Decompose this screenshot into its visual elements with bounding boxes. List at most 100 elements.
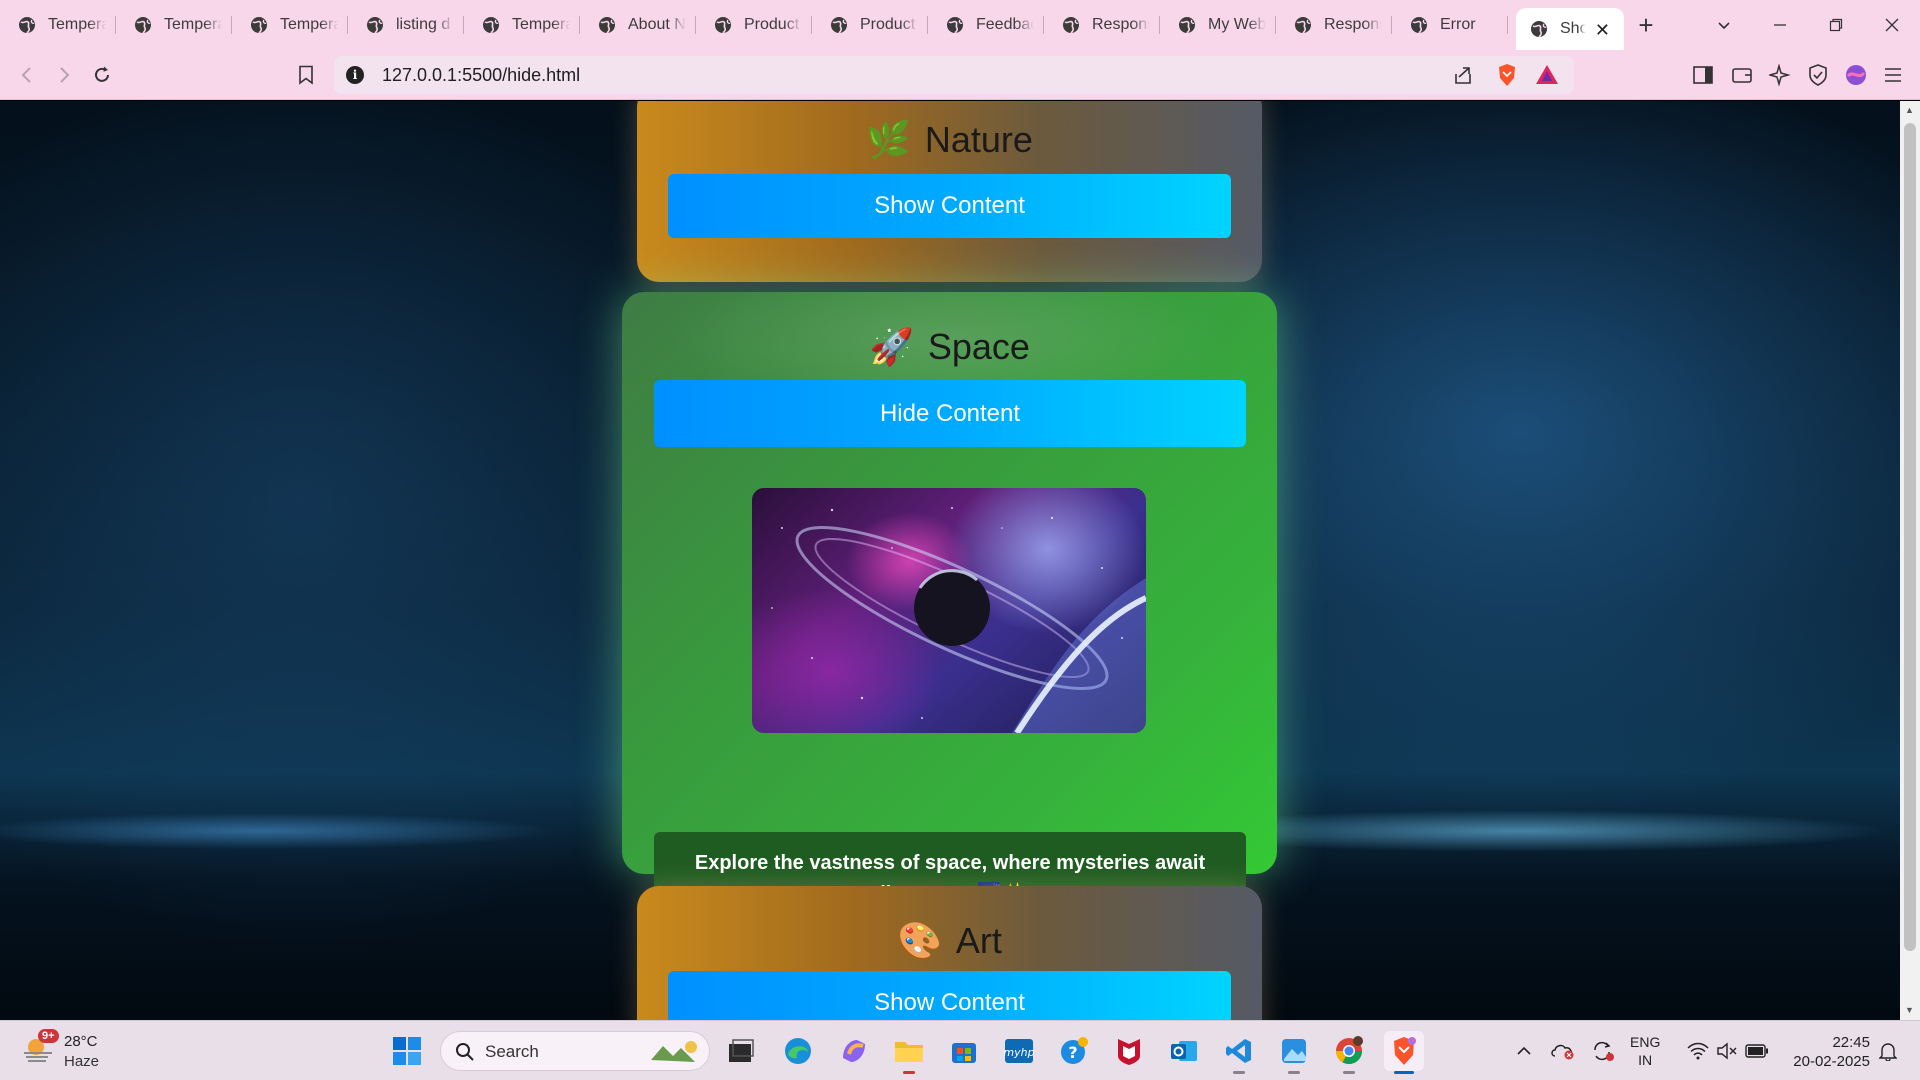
- restore-button[interactable]: [1808, 0, 1864, 50]
- input-language[interactable]: ENG IN: [1630, 1033, 1660, 1069]
- tab-label: Tempera: [280, 16, 338, 33]
- onedrive-error-icon[interactable]: [1550, 1021, 1576, 1080]
- globe-icon: [1410, 16, 1428, 34]
- vscode-icon[interactable]: [1219, 1031, 1259, 1074]
- card-title: 🚀 Space: [622, 326, 1277, 368]
- photos-icon[interactable]: [1274, 1031, 1314, 1074]
- volume-muted-icon[interactable]: [1714, 1021, 1740, 1080]
- card-nature: 🌿 Nature Show Content: [637, 101, 1262, 282]
- wifi-icon[interactable]: [1685, 1021, 1711, 1080]
- taskbar-clock[interactable]: 22:45 20-02-2025: [1780, 1033, 1870, 1071]
- tab-label: Feedbac: [976, 16, 1034, 33]
- clock-time: 22:45: [1832, 1034, 1870, 1051]
- tab[interactable]: My Web: [1160, 0, 1276, 50]
- address-bar[interactable]: i 127.0.0.1:5500/hide.html: [334, 56, 1574, 94]
- card-space: 🚀 Space Hide Content Explore the vastnes…: [622, 292, 1277, 921]
- bookmark-icon[interactable]: [293, 62, 319, 88]
- tab[interactable]: Tempera: [232, 0, 348, 50]
- running-indicator: [903, 1071, 915, 1074]
- tab[interactable]: Product: [696, 0, 812, 50]
- site-info-icon[interactable]: i: [346, 66, 364, 84]
- copilot-icon[interactable]: [834, 1031, 874, 1071]
- card-title: 🎨 Art: [637, 920, 1262, 962]
- brave-rewards-icon[interactable]: [1534, 62, 1560, 88]
- scroll-up-icon[interactable]: ▲: [1905, 105, 1914, 115]
- sidebar-icon[interactable]: [1690, 62, 1716, 88]
- edge-browser-icon[interactable]: [778, 1031, 818, 1071]
- battery-icon[interactable]: [1744, 1021, 1770, 1080]
- space-planet-image: [752, 488, 1146, 733]
- chrome-icon[interactable]: [1329, 1031, 1369, 1074]
- windows-taskbar: 9+ 28°C Haze Search myhp ? ENG IN 22:45 …: [0, 1020, 1920, 1080]
- task-view-icon[interactable]: [721, 1031, 761, 1071]
- hp-support-icon[interactable]: ?: [1054, 1031, 1094, 1071]
- weather-condition: Haze: [64, 1053, 100, 1070]
- tab-close-icon[interactable]: ✕: [1595, 20, 1610, 41]
- weather-widget[interactable]: 9+ 28°C Haze: [22, 1029, 112, 1073]
- globe-icon: [830, 16, 848, 34]
- myhp-icon[interactable]: myhp: [999, 1031, 1039, 1071]
- share-icon[interactable]: [1450, 62, 1476, 88]
- file-explorer-icon[interactable]: [889, 1031, 929, 1074]
- windows-start-icon[interactable]: [387, 1031, 427, 1071]
- reload-icon[interactable]: [89, 62, 115, 88]
- forward-icon[interactable]: [51, 62, 77, 88]
- minimize-button[interactable]: [1752, 0, 1808, 50]
- tab-label: About N: [628, 16, 686, 33]
- tab-list: Tempera Tempera Tempera listing d Tempera Abo…: [0, 0, 1624, 50]
- planet-illustration: [771, 507, 1146, 733]
- tab[interactable]: listing d: [348, 0, 464, 50]
- running-indicator: [1343, 1071, 1355, 1074]
- scroll-down-icon[interactable]: ▼: [1905, 1005, 1914, 1015]
- card-title: 🌿 Nature: [637, 119, 1262, 161]
- leo-ai-icon[interactable]: [1767, 62, 1793, 88]
- tab-search-chevron-icon[interactable]: [1696, 0, 1752, 50]
- tab[interactable]: Product: [812, 0, 928, 50]
- vpn-shield-icon[interactable]: [1805, 62, 1831, 88]
- menu-icon[interactable]: [1880, 62, 1906, 88]
- show-hidden-icons-chevron-icon[interactable]: [1512, 1021, 1536, 1080]
- tab-label: listing d: [396, 16, 451, 33]
- show-content-button[interactable]: Show Content: [668, 971, 1231, 1020]
- tab-active[interactable]: Sho ✕: [1516, 8, 1624, 50]
- brave-shields-icon[interactable]: [1494, 62, 1520, 88]
- weather-badge: 9+: [38, 1029, 59, 1043]
- globe-icon: [366, 16, 384, 34]
- card-title-text: Nature: [924, 119, 1033, 160]
- scroll-thumb[interactable]: [1904, 123, 1916, 951]
- tab-strip: Tempera Tempera Tempera listing d Tempera Abo…: [0, 0, 1920, 50]
- tab-label: Tempera: [512, 16, 570, 33]
- show-content-button[interactable]: Show Content: [668, 174, 1231, 238]
- profile-avatar-icon[interactable]: [1843, 62, 1869, 88]
- back-icon[interactable]: [14, 62, 40, 88]
- wallet-icon[interactable]: [1729, 62, 1755, 88]
- tab-label: Error: [1440, 16, 1476, 33]
- tab[interactable]: Error: [1392, 0, 1508, 50]
- page-scrollbar[interactable]: ▲ ▼: [1900, 101, 1920, 1020]
- sync-alert-icon[interactable]: [1590, 1021, 1616, 1080]
- tab-label: Respons: [1092, 16, 1150, 33]
- tab[interactable]: Tempera: [0, 0, 116, 50]
- tab[interactable]: About N: [580, 0, 696, 50]
- close-window-button[interactable]: [1864, 0, 1920, 50]
- notifications-bell-icon[interactable]: [1874, 1021, 1902, 1080]
- taskbar-search[interactable]: Search: [440, 1031, 710, 1071]
- card-art: 🎨 Art Show Content: [637, 886, 1262, 1020]
- hide-content-button[interactable]: Hide Content: [654, 380, 1246, 447]
- tab-label: Tempera: [164, 16, 222, 33]
- globe-icon: [134, 16, 152, 34]
- outlook-icon[interactable]: [1164, 1031, 1204, 1071]
- tab[interactable]: Tempera: [116, 0, 232, 50]
- svg-text:myhp: myhp: [1004, 1046, 1034, 1059]
- brave-taskbar-icon[interactable]: [1384, 1031, 1424, 1074]
- mcafee-icon[interactable]: [1109, 1031, 1149, 1071]
- active-indicator: [1394, 1071, 1414, 1074]
- tab[interactable]: Respons: [1276, 0, 1392, 50]
- tab-label: Respons: [1324, 16, 1382, 33]
- tab[interactable]: Respons: [1044, 0, 1160, 50]
- microsoft-store-icon[interactable]: [944, 1031, 984, 1071]
- tab[interactable]: Feedbac: [928, 0, 1044, 50]
- tab[interactable]: Tempera: [464, 0, 580, 50]
- new-tab-button[interactable]: +: [1624, 0, 1668, 50]
- card-title-text: Art: [955, 920, 1002, 961]
